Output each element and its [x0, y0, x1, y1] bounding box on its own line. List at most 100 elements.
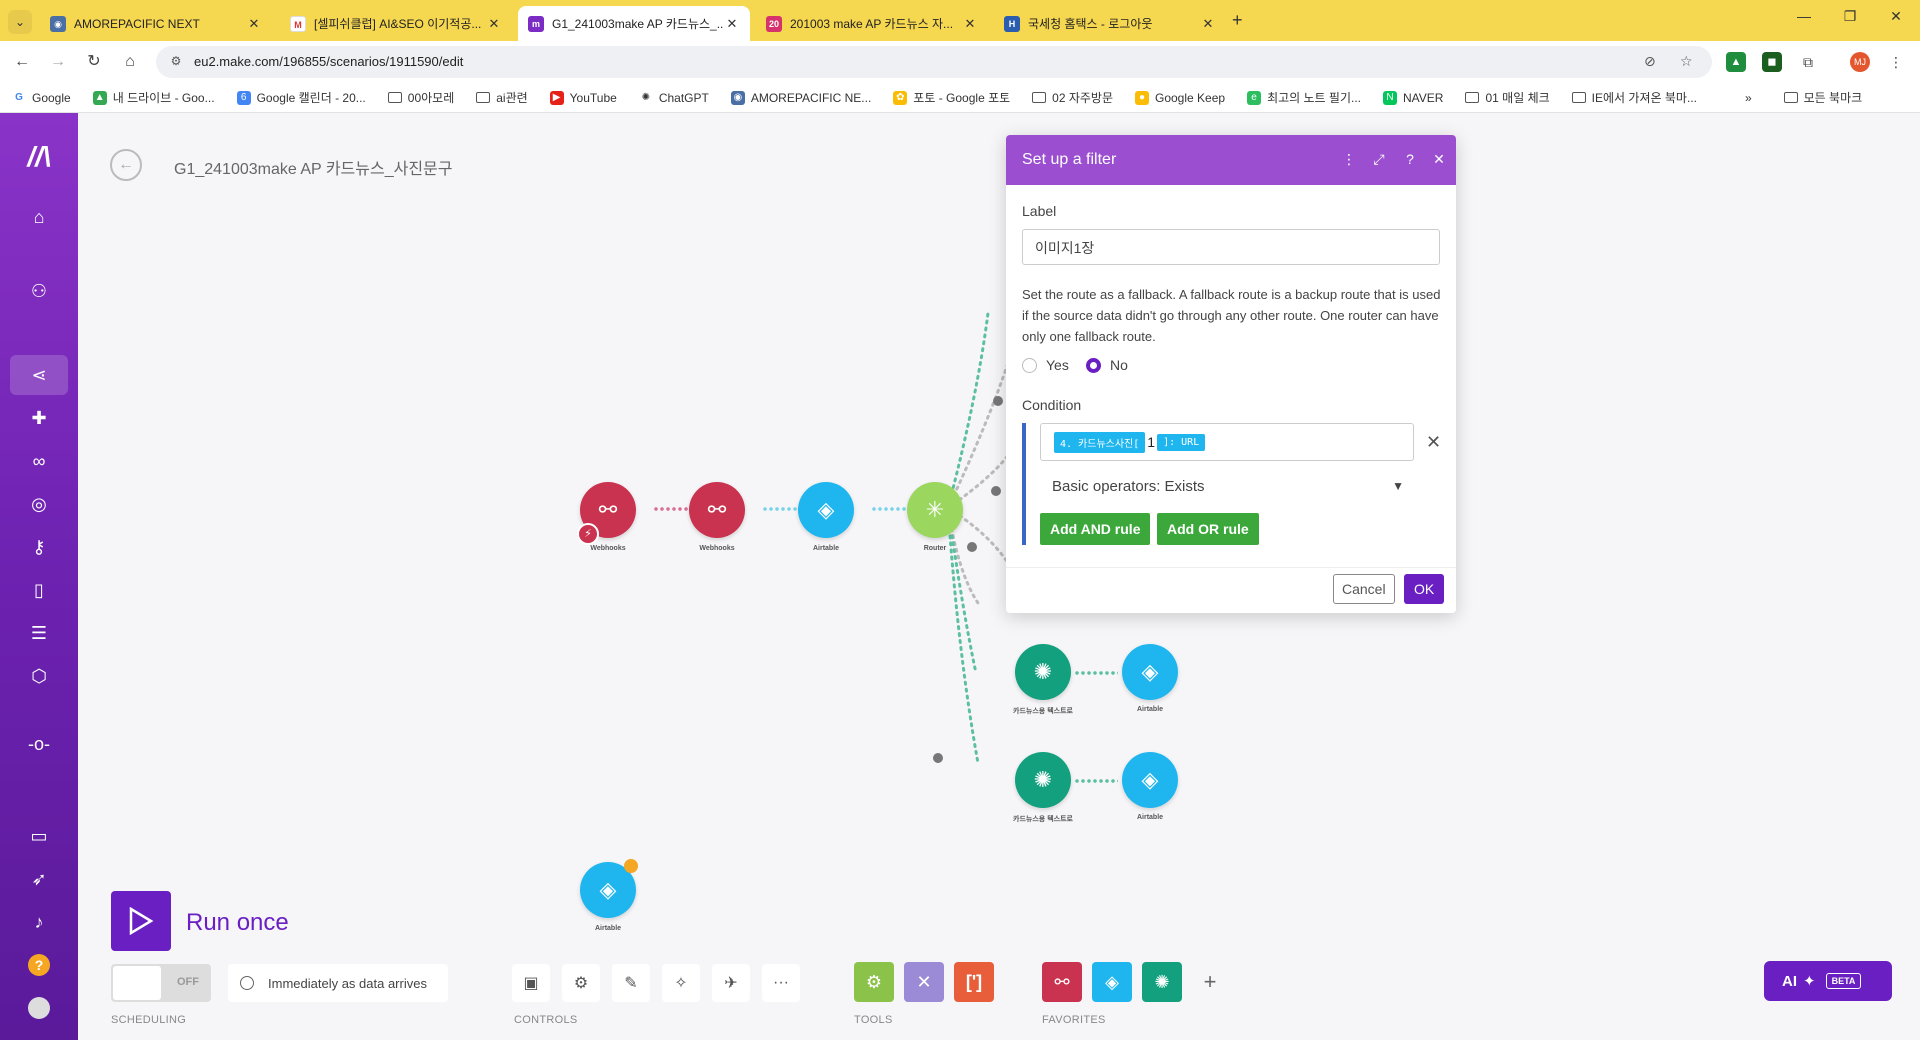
- run-once-button[interactable]: [111, 891, 171, 951]
- remove-condition-icon[interactable]: ✕: [1426, 432, 1441, 453]
- flow-control-icon[interactable]: ✕: [904, 962, 944, 1002]
- close-tab-icon[interactable]: ✕: [486, 16, 502, 32]
- help-icon[interactable]: ?: [10, 945, 68, 985]
- docs-book-icon[interactable]: ▭: [10, 816, 68, 856]
- datastructures-cube-icon[interactable]: ⬡: [10, 656, 68, 696]
- close-tab-icon[interactable]: ✕: [1200, 16, 1216, 32]
- close-window-icon[interactable]: ✕: [1876, 8, 1916, 25]
- home-icon[interactable]: ⌂: [118, 50, 142, 74]
- more-icon[interactable]: ···: [762, 964, 800, 1002]
- add-and-rule-button[interactable]: Add AND rule: [1040, 513, 1151, 545]
- address-bar[interactable]: ⚙ eu2.make.com/196855/scenarios/1911590/…: [156, 46, 1712, 78]
- expand-icon[interactable]: ⤢: [1370, 151, 1388, 168]
- bookmark-item[interactable]: ✿ 포토 - Google 포토: [893, 89, 1010, 106]
- bookmark-item[interactable]: G Google: [12, 90, 71, 105]
- close-icon[interactable]: ✕: [1430, 151, 1448, 168]
- webhooks-globe-icon[interactable]: ◎: [10, 484, 68, 524]
- devices-icon[interactable]: ▯: [10, 570, 68, 610]
- operator-select[interactable]: Basic operators: Exists ▼: [1052, 471, 1412, 501]
- bookmark-folder[interactable]: IE에서 가져온 북마...: [1571, 89, 1697, 106]
- airtable-node[interactable]: ◈: [1122, 644, 1178, 700]
- tab-search-button[interactable]: ⌄: [8, 10, 32, 34]
- user-avatar-icon[interactable]: [10, 988, 68, 1028]
- connections-link-icon[interactable]: ∞: [10, 441, 68, 481]
- ok-button[interactable]: OK: [1404, 574, 1445, 604]
- bookmark-item[interactable]: ▲ 내 드라이브 - Goo...: [92, 89, 215, 106]
- bookmark-item[interactable]: ◉ AMOREPACIFIC NE...: [730, 90, 871, 105]
- schedule-setting[interactable]: Immediately as data arrives: [228, 964, 448, 1002]
- bookmark-item[interactable]: ✺ ChatGPT: [638, 90, 709, 105]
- bookmarks-overflow-icon[interactable]: »: [1745, 91, 1752, 105]
- browser-tab[interactable]: 20 201003 make AP 카드뉴스 자... ✕: [756, 6, 988, 41]
- openai-node[interactable]: ✺: [1015, 644, 1071, 700]
- flow-control-icon[interactable]: -o-: [10, 724, 68, 764]
- scenario-canvas[interactable]: ← G1_241003make AP 카드뉴스_사진문구 ⚯ ⚡ Webhook…: [78, 113, 1920, 1040]
- airtable-node[interactable]: ◈: [798, 482, 854, 538]
- close-tab-icon[interactable]: ✕: [724, 16, 740, 32]
- router-node[interactable]: ✳: [907, 482, 963, 538]
- puzzle-icon[interactable]: ✚: [10, 398, 68, 438]
- save-icon[interactable]: ▣: [512, 964, 550, 1002]
- bookmark-folder[interactable]: ai관련: [476, 89, 528, 106]
- back-arrow-icon[interactable]: ←: [10, 50, 34, 74]
- minimize-icon[interactable]: —: [1784, 8, 1824, 24]
- browser-tab-active[interactable]: m G1_241003make AP 카드뉴스_... ✕: [518, 6, 750, 41]
- bookmark-item[interactable]: 6 Google 캘린더 - 20...: [236, 89, 366, 106]
- add-favorite-icon[interactable]: +: [1190, 962, 1230, 1002]
- browser-tab[interactable]: M [셀피쉬클럽] AI&SEO 이기적공... ✕: [280, 6, 512, 41]
- mapped-variable-pill[interactable]: 4. 카드뉴스사진[: [1054, 431, 1146, 453]
- bell-icon[interactable]: ♪: [10, 902, 68, 942]
- keys-icon[interactable]: ⚷: [10, 527, 68, 567]
- favorite-airtable-icon[interactable]: ◈: [1092, 962, 1132, 1002]
- fallback-yes-radio[interactable]: Yes: [1022, 357, 1069, 373]
- extension-icon[interactable]: ◼: [1762, 52, 1782, 72]
- scheduling-toggle[interactable]: OFF: [111, 964, 211, 1002]
- reload-icon[interactable]: ↻: [82, 50, 106, 74]
- drive-extension-icon[interactable]: ▲: [1726, 52, 1746, 72]
- datastores-icon[interactable]: ☰: [10, 613, 68, 653]
- restore-icon[interactable]: ❐: [1830, 8, 1870, 25]
- label-input[interactable]: 이미지1장: [1022, 229, 1440, 265]
- star-icon[interactable]: ☆: [1680, 53, 1693, 70]
- bookmark-item[interactable]: ● Google Keep: [1135, 90, 1225, 105]
- webhooks-node[interactable]: ⚯: [689, 482, 745, 538]
- browser-tab[interactable]: ◉ AMOREPACIFIC NEXT ✕: [40, 6, 272, 41]
- more-vert-icon[interactable]: ⋮: [1340, 151, 1358, 168]
- airtable-node[interactable]: ◈: [1122, 752, 1178, 808]
- bookmark-item[interactable]: N NAVER: [1383, 90, 1443, 105]
- scenario-title[interactable]: G1_241003make AP 카드뉴스_사진문구: [174, 155, 452, 179]
- profile-avatar[interactable]: MJ: [1850, 52, 1870, 72]
- openai-node[interactable]: ✺: [1015, 752, 1071, 808]
- help-icon[interactable]: ?: [1401, 151, 1419, 167]
- new-tab-button[interactable]: +: [1232, 10, 1243, 31]
- settings-gear-icon[interactable]: ⚙: [562, 964, 600, 1002]
- cancel-button[interactable]: Cancel: [1333, 574, 1395, 604]
- fallback-no-radio[interactable]: No: [1086, 357, 1128, 373]
- add-or-rule-button[interactable]: Add OR rule: [1157, 513, 1259, 545]
- site-info-icon[interactable]: ⚙: [168, 54, 184, 70]
- home-icon[interactable]: ⌂: [10, 197, 68, 237]
- text-parser-icon[interactable]: [']: [954, 962, 994, 1002]
- make-logo-icon[interactable]: //\: [18, 141, 60, 172]
- bookmark-folder[interactable]: 01 매일 체크: [1465, 89, 1550, 106]
- bookmark-item[interactable]: ▶ YouTube: [549, 90, 617, 105]
- bookmark-folder[interactable]: 00아모레: [387, 89, 454, 106]
- ai-assistant-button[interactable]: AI ✦ BETA: [1764, 961, 1892, 1001]
- favorite-openai-icon[interactable]: ✺: [1142, 962, 1182, 1002]
- connector[interactable]: [1074, 779, 1118, 783]
- puzzle-icon[interactable]: ⧉: [1798, 52, 1818, 72]
- close-tab-icon[interactable]: ✕: [246, 16, 262, 32]
- run-once-label[interactable]: Run once: [186, 909, 289, 937]
- bookmark-item[interactable]: e 최고의 노트 필기...: [1247, 89, 1361, 106]
- rocket-icon[interactable]: ➶: [10, 859, 68, 899]
- tools-gear-icon[interactable]: ⚙: [854, 962, 894, 1002]
- connector[interactable]: [1074, 671, 1118, 675]
- all-bookmarks-folder[interactable]: 모든 북마크: [1783, 89, 1862, 106]
- team-icon[interactable]: ⚇: [10, 271, 68, 311]
- auto-align-wand-icon[interactable]: ✧: [662, 964, 700, 1002]
- favorite-webhooks-icon[interactable]: ⚯: [1042, 962, 1082, 1002]
- back-circle-icon[interactable]: ←: [110, 149, 142, 181]
- forward-arrow-icon[interactable]: →: [46, 50, 70, 74]
- notes-icon[interactable]: ✎: [612, 964, 650, 1002]
- scenarios-share-icon[interactable]: ⋖: [10, 355, 68, 395]
